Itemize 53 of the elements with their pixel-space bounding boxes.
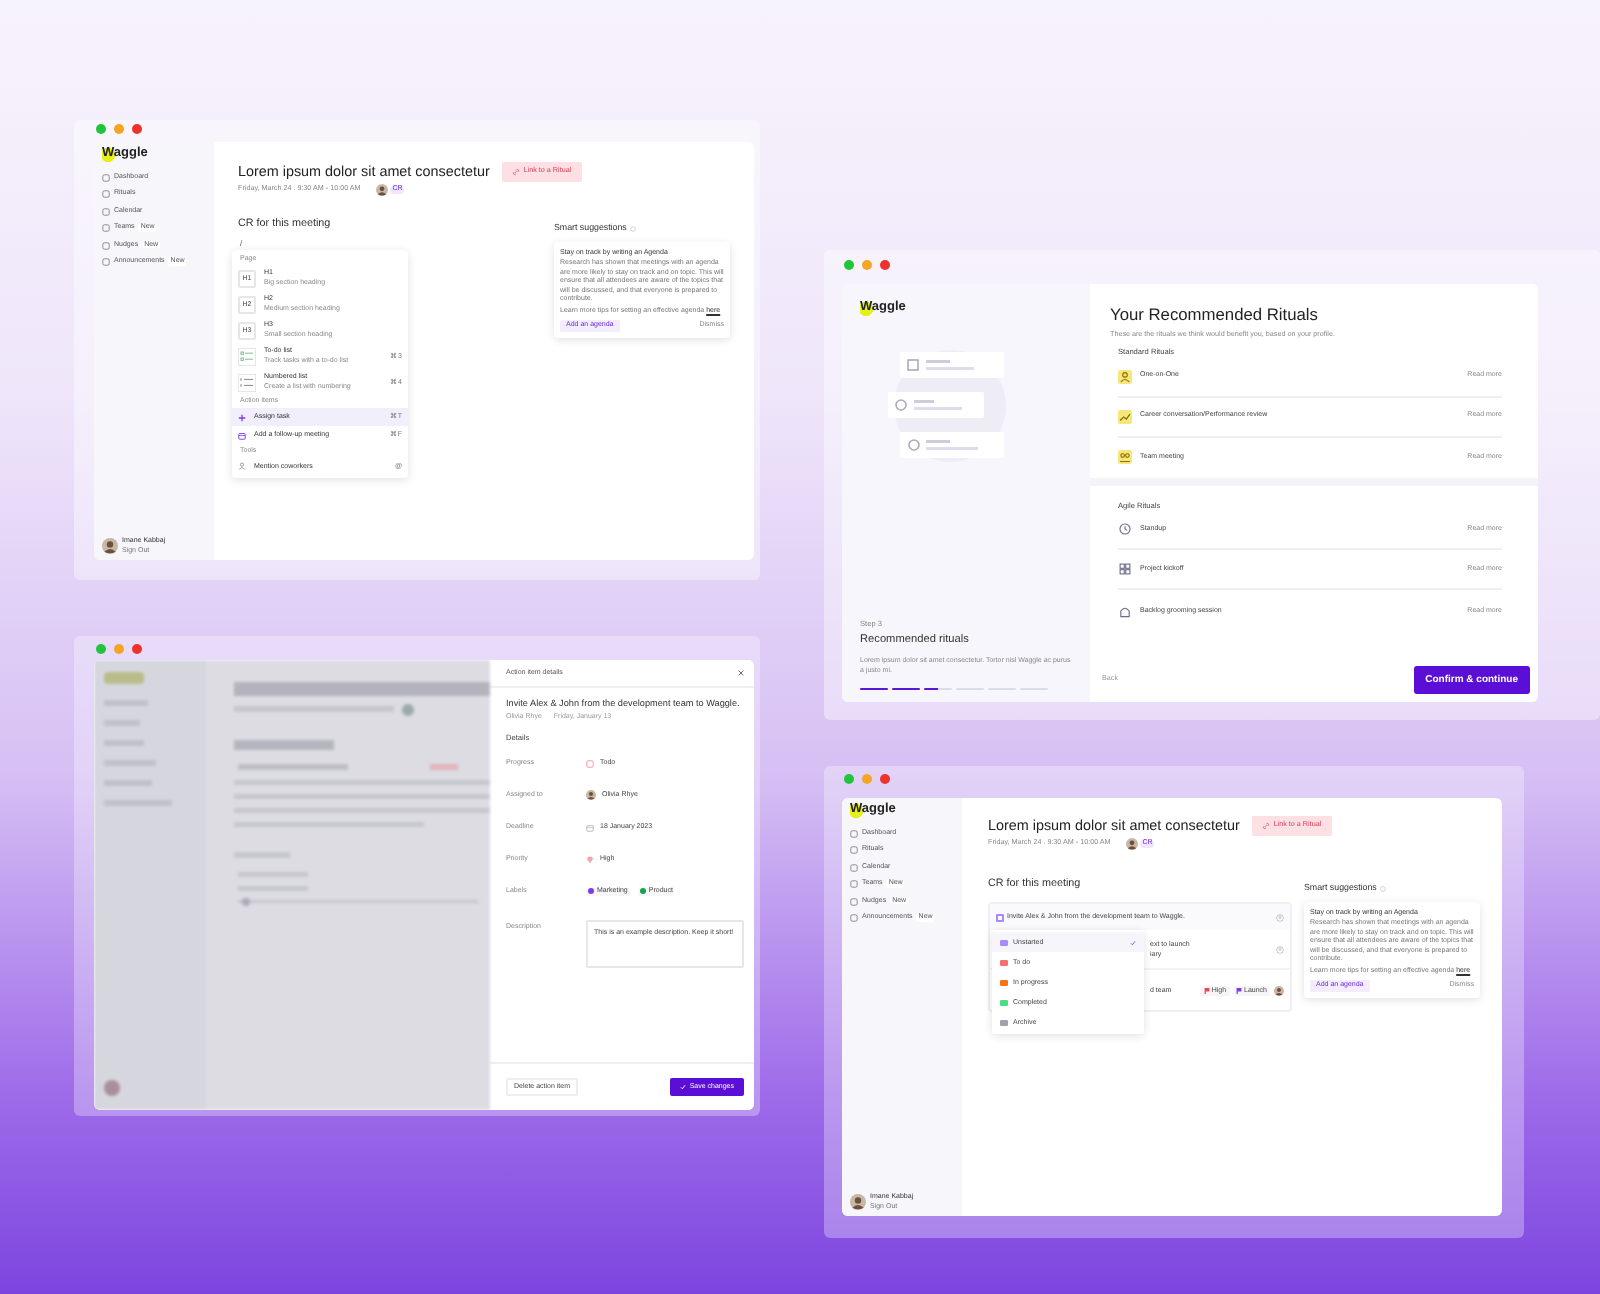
person-icon: [1118, 369, 1132, 384]
user-circle-icon: [1276, 913, 1284, 922]
link-icon: [1261, 822, 1270, 830]
minimize-button[interactable]: [862, 260, 872, 270]
close-button[interactable]: [132, 124, 142, 134]
minimize-button[interactable]: [114, 644, 124, 654]
avatar: [376, 184, 389, 196]
avatar: [1126, 838, 1139, 850]
nav-icon: [850, 863, 858, 871]
close-button[interactable]: [132, 644, 142, 654]
close-icon[interactable]: [738, 670, 744, 676]
close-button[interactable]: [880, 774, 890, 784]
nav-icon: [850, 846, 858, 854]
gem-icon: [586, 855, 594, 864]
group-icon: [1118, 450, 1132, 465]
nav-icon: [850, 829, 858, 837]
grid-icon: [1118, 562, 1132, 577]
close-button[interactable]: [880, 260, 890, 270]
maximize-button[interactable]: [844, 260, 854, 270]
chart-icon: [1118, 409, 1132, 424]
avatar: [850, 1194, 866, 1210]
link-icon: [511, 168, 520, 176]
check-icon: [1130, 939, 1136, 946]
nav-icon: [102, 173, 110, 181]
calendar-icon: [586, 823, 594, 832]
maximize-button[interactable]: [844, 774, 854, 784]
nav-icon: [850, 880, 858, 888]
calendar-icon: [238, 431, 246, 440]
arch-icon: [1118, 603, 1132, 618]
nav-icon: [102, 224, 110, 232]
nav-icon: [850, 914, 858, 922]
minimize-button[interactable]: [862, 774, 872, 784]
plus-icon: [238, 413, 246, 422]
nav-icon: [102, 241, 110, 249]
status-icon: [586, 759, 594, 768]
avatar: [586, 790, 596, 801]
avatar: [1274, 985, 1284, 996]
maximize-button[interactable]: [96, 124, 106, 134]
clock-icon: [1118, 522, 1132, 537]
minimize-button[interactable]: [114, 124, 124, 134]
page-title: Your Recommended Rituals: [1110, 306, 1320, 323]
check-icon: [679, 1084, 686, 1090]
person-icon: [238, 462, 246, 471]
user-circle-icon: [1276, 945, 1284, 954]
nav-icon: [850, 897, 858, 905]
checklist-icon: [238, 347, 256, 366]
status-icon: [996, 914, 1003, 922]
nav-icon: [102, 207, 110, 215]
numbered-list-icon: [238, 373, 256, 392]
nav-icon: [102, 190, 110, 198]
avatar: [102, 538, 118, 554]
maximize-button[interactable]: [96, 644, 106, 654]
nav-icon: [102, 258, 110, 266]
